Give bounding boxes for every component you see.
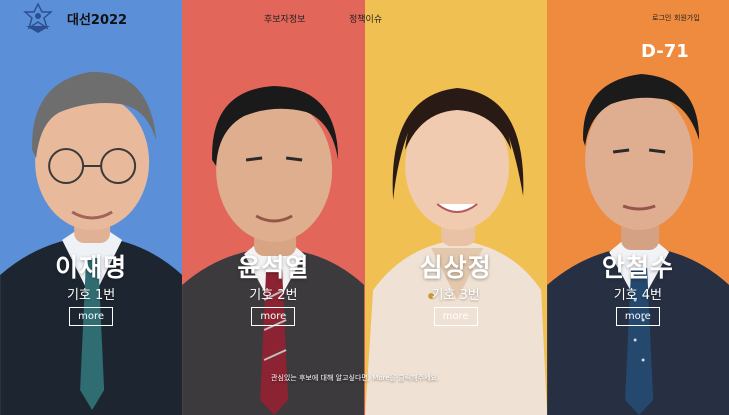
candidate-number: 기호 3번 — [431, 288, 480, 303]
candidate-portrait — [364, 88, 547, 415]
candidate-name: 안철수 — [601, 253, 674, 282]
site-title[interactable]: 대선2022 — [67, 9, 127, 28]
top-navigation: 대선2022 후보자정보 정책이슈 로그인 회원가입 — [0, 0, 729, 36]
more-button[interactable]: more — [69, 307, 114, 326]
candidate-portrait — [546, 74, 729, 415]
candidate-number: 기호 1번 — [66, 288, 116, 303]
footer-hint: 관심있는 후보에 대해 알고싶다면, More을 클릭해주세요. — [271, 374, 440, 382]
nav-candidate-info[interactable]: 후보자정보 — [264, 12, 305, 25]
candidate-panel-2: 윤석열 기호 2번 more — [182, 0, 365, 415]
candidate-number: 기호 2번 — [249, 288, 298, 303]
candidate-panel-4: 안철수 기호 4번 more — [546, 0, 729, 415]
signup-link[interactable]: 회원가입 — [674, 13, 700, 23]
nav-policy-issues[interactable]: 정책이슈 — [349, 12, 382, 25]
candidate-name: 윤석열 — [237, 253, 310, 282]
candidate-panel-1: 이재명 기호 1번 more — [0, 0, 183, 415]
candidate-number: 기호 4번 — [613, 288, 663, 303]
idol-emblem-icon[interactable] — [20, 2, 56, 34]
candidate-name: 이재명 — [55, 253, 128, 282]
candidate-name: 심상정 — [419, 253, 492, 282]
candidate-portrait — [182, 86, 365, 415]
candidate-panel-3: 심상정 기호 3번 more — [364, 0, 547, 415]
login-link[interactable]: 로그인 — [652, 13, 671, 23]
more-button[interactable]: more — [433, 307, 478, 326]
candidate-portrait — [0, 71, 183, 415]
candidate-panels: 이재명 기호 1번 more 윤석열 기호 2번 more 심상정 기호 3번 … — [0, 0, 729, 415]
more-button[interactable]: more — [251, 307, 296, 326]
dday-counter: D-71 — [641, 41, 689, 62]
more-button[interactable]: more — [615, 307, 660, 326]
